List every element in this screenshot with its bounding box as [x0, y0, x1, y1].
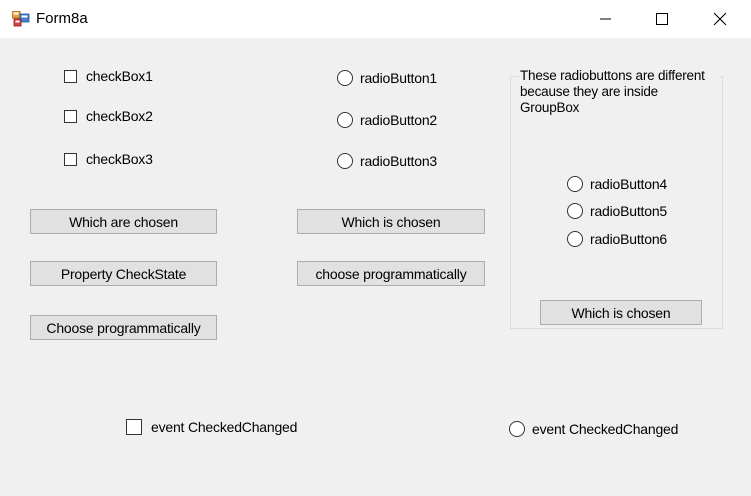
- checkbox-label: checkBox3: [86, 151, 153, 167]
- radio-label: radioButton4: [590, 176, 667, 192]
- radio-label: radioButton1: [360, 70, 437, 86]
- window-title: Form8a: [36, 10, 88, 27]
- checkbox-label: event CheckedChanged: [151, 419, 298, 435]
- title-bar[interactable]: Form8a: [0, 0, 751, 38]
- radio-circle[interactable]: [337, 112, 353, 128]
- radiobutton-4[interactable]: radioButton4: [567, 176, 667, 192]
- radiobutton-2[interactable]: radioButton2: [337, 112, 437, 128]
- winforms-app-icon: [11, 10, 30, 27]
- radiobutton-6[interactable]: radioButton6: [567, 231, 667, 247]
- radio-circle[interactable]: [567, 231, 583, 247]
- close-button[interactable]: [697, 0, 743, 38]
- radio-circle[interactable]: [337, 153, 353, 169]
- checkbox-1[interactable]: checkBox1: [64, 68, 153, 84]
- checkbox-2[interactable]: checkBox2: [64, 108, 153, 124]
- groupbox-which-is-chosen-button[interactable]: Which is chosen: [540, 300, 702, 325]
- maximize-button[interactable]: [639, 0, 685, 38]
- event-checkedchanged-radiobutton[interactable]: event CheckedChanged: [509, 421, 678, 437]
- minimize-button[interactable]: [583, 0, 629, 38]
- checkbox-3[interactable]: checkBox3: [64, 151, 153, 167]
- radio-circle[interactable]: [509, 421, 525, 437]
- radio-circle[interactable]: [567, 176, 583, 192]
- which-are-chosen-button[interactable]: Which are chosen: [30, 209, 217, 234]
- checkbox-box[interactable]: [64, 109, 77, 123]
- radiobutton-3[interactable]: radioButton3: [337, 153, 437, 169]
- radio-label: radioButton3: [360, 153, 437, 169]
- form-client-area: checkBox1 checkBox2 checkBox3 radioButto…: [0, 38, 751, 496]
- property-checkstate-button[interactable]: Property CheckState: [30, 261, 217, 286]
- radio-label: event CheckedChanged: [532, 421, 679, 437]
- radio-circle[interactable]: [567, 203, 583, 219]
- groupbox-caption: These radiobuttons are different because…: [520, 68, 720, 116]
- maximize-icon: [656, 13, 668, 25]
- checkbox-box[interactable]: [64, 69, 77, 83]
- choose-programmatically-radio-button[interactable]: choose programmatically: [297, 261, 485, 286]
- radio-label: radioButton6: [590, 231, 667, 247]
- event-checkedchanged-checkbox[interactable]: event CheckedChanged: [126, 419, 297, 435]
- minimize-icon: [600, 18, 611, 20]
- checkbox-box[interactable]: [126, 419, 142, 435]
- which-is-chosen-button[interactable]: Which is chosen: [297, 209, 485, 234]
- radio-circle[interactable]: [337, 70, 353, 86]
- radiobutton-1[interactable]: radioButton1: [337, 70, 437, 86]
- form-window: Form8a checkBox1 checkBox2 checkBox3 rad…: [0, 0, 751, 496]
- radiobutton-5[interactable]: radioButton5: [567, 203, 667, 219]
- radio-label: radioButton2: [360, 112, 437, 128]
- close-icon: [713, 12, 727, 26]
- checkbox-label: checkBox2: [86, 108, 153, 124]
- radio-label: radioButton5: [590, 203, 667, 219]
- checkbox-label: checkBox1: [86, 68, 153, 84]
- checkbox-box[interactable]: [64, 152, 77, 166]
- choose-programmatically-checkbox-button[interactable]: Choose programmatically: [30, 315, 217, 340]
